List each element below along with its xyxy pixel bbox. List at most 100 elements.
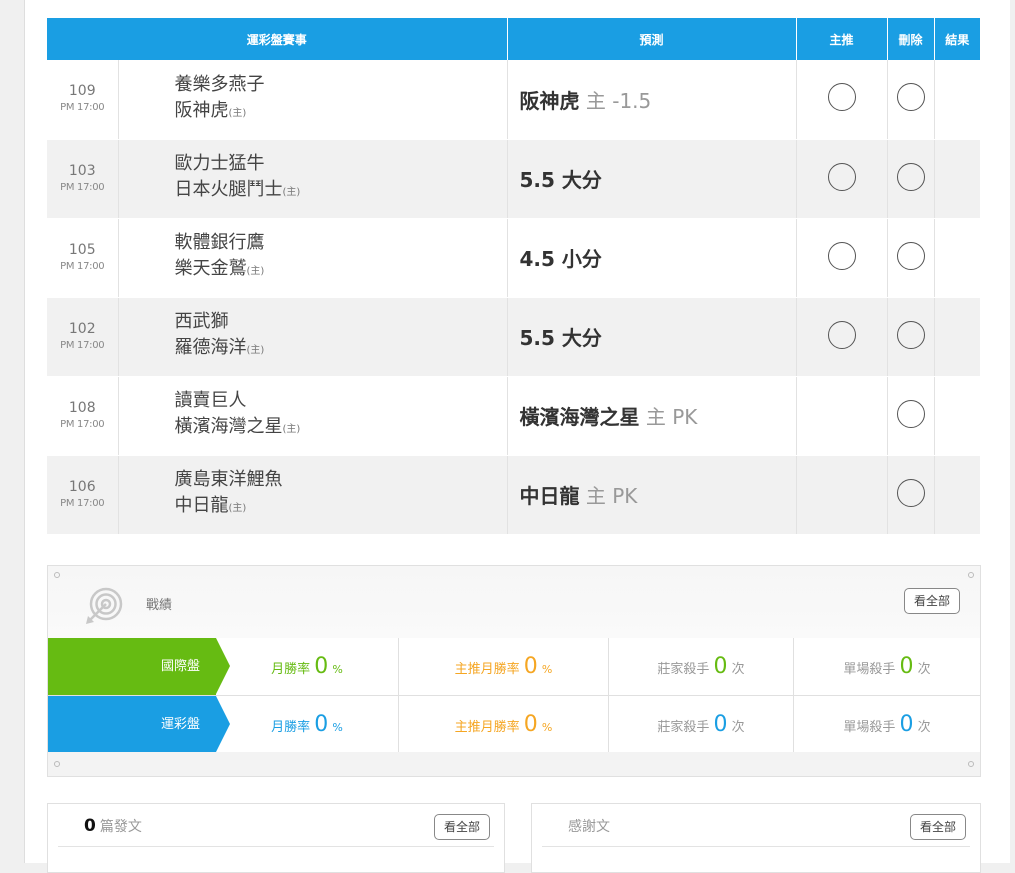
corner-dot [54,572,60,578]
month-rate: 月勝率 0 % [216,696,399,753]
main-panel: 運彩盤賽事 預測 主推 刪除 結果 109 PM 17:00 養樂多燕子阪神虎 (主… [24,0,1010,873]
divider [58,846,494,847]
host-mark: (主) [282,424,301,435]
games-table: 運彩盤賽事 預測 主推 刪除 結果 109 PM 17:00 養樂多燕子阪神虎 (主… [47,18,981,535]
posts-view-all-button[interactable]: 看全部 [433,814,490,840]
game-number: 105 [68,241,96,258]
month-rate: 月勝率 0 % [216,638,399,695]
header-main: 主推 [796,18,888,60]
away-team: 歐力士猛牛 [174,153,265,174]
delete-radio[interactable] [896,320,925,349]
game-number: 102 [68,320,96,337]
prediction-host: 主 [585,88,606,113]
game-number: 103 [68,162,96,179]
record-row-sports: 運彩盤 月勝率 0 % 主推月勝率 0 % 莊家殺手 0 次 單場殺手 0 次 [48,696,980,754]
away-team: 西武獅 [174,311,229,332]
delete-radio[interactable] [896,83,925,112]
prediction-line: PK [672,405,698,429]
main-pick-cell [796,455,888,535]
posts-count: 0 [84,816,96,836]
game-time: PM 17:00 [60,418,105,430]
main-pick-radio[interactable] [827,83,856,112]
prediction-pick: 4.5 小分 [519,247,602,271]
home-team: 日本火腿鬥士 [174,179,283,200]
target-icon [86,587,123,624]
main-pick-radio[interactable] [827,162,856,191]
delete-radio[interactable] [896,478,925,507]
host-mark: (主) [246,345,265,356]
away-team: 養樂多燕子 [174,73,265,95]
game-time: PM 17:00 [60,181,105,193]
prediction-line: PK [612,484,638,508]
result-cell [934,60,981,140]
host-mark: (主) [228,503,247,514]
banker-killer: 莊家殺手 0 次 [609,696,794,753]
game-number: 108 [68,399,96,416]
game-time: PM 17:00 [60,102,105,114]
tag-sports: 運彩盤 [48,696,230,753]
prediction-host: 主 [645,405,666,429]
home-team: 羅德海洋 [174,337,247,358]
prediction-line: -1.5 [612,88,652,113]
thanks-view-all-button[interactable]: 看全部 [909,814,966,840]
result-cell [934,297,981,377]
main-month-rate: 主推月勝率 0 % [399,638,609,695]
game-time: PM 17:00 [60,260,105,272]
away-team: 軟體銀行鷹 [174,232,265,253]
record-rows: 國際盤 月勝率 0 % 主推月勝率 0 % 莊家殺手 0 次 單場殺手 0 次 … [48,638,980,754]
game-number: 109 [68,83,96,100]
main-pick-radio[interactable] [827,320,856,349]
main-month-rate: 主推月勝率 0 % [399,696,609,753]
header-result: 結果 [934,18,981,60]
tag-intl: 國際盤 [48,638,230,695]
home-team: 橫濱海灣之星 [174,416,283,437]
corner-dot [968,761,974,767]
single-killer: 單場殺手 0 次 [843,712,931,737]
prediction-pick: 中日龍 [519,484,580,508]
home-team: 阪神虎 [174,99,229,121]
divider [542,846,970,847]
banker-killer: 莊家殺手 0 次 [609,638,794,695]
main-pick-radio[interactable] [827,241,856,270]
host-mark: (主) [282,187,301,198]
delete-radio[interactable] [896,241,925,270]
record-view-all-button[interactable]: 看全部 [903,588,960,614]
result-cell [934,376,981,456]
table-row: 106 PM 17:00 廣島東洋鯉魚 中日龍(主) 中日龍 主 PK [47,455,981,535]
header-delete: 刪除 [887,18,935,60]
corner-dot [54,761,60,767]
record-panel: 戰績 看全部 國際盤 月勝率 0 % 主推月勝率 0 % 莊家殺手 0 次 單場… [47,565,981,777]
delete-radio[interactable] [896,162,925,191]
game-time: PM 17:00 [60,497,105,509]
away-team: 讀賣巨人 [174,390,247,411]
away-team: 廣島東洋鯉魚 [174,469,283,490]
single-killer: 單場殺手 0 次 [843,654,931,679]
table-row: 105 PM 17:00 軟體銀行鷹樂天金鷲(主) 4.5 小分 [47,218,981,298]
record-title: 戰績 [146,598,173,613]
prediction-pick: 5.5 大分 [519,168,602,192]
prediction-pick: 5.5 大分 [519,326,602,350]
posts-label: 篇發文 [99,819,142,835]
game-time: PM 17:00 [60,339,105,351]
table-row: 102 PM 17:00 西武獅羅德海洋(主) 5.5 大分 [47,297,981,377]
header-prediction: 預測 [507,18,797,60]
main-pick-cell [796,376,888,456]
table-row: 109 PM 17:00 養樂多燕子 阪神虎(主) 阪神虎 主 -1.5 [47,60,981,140]
posts-header: 0 篇發文 [84,816,142,836]
record-footer [48,752,980,776]
delete-radio[interactable] [896,399,925,428]
home-team: 樂天金鷲 [174,258,247,279]
home-team: 中日龍 [174,495,229,516]
table-row: 103 PM 17:00 歐力士猛牛日本火腿鬥士(主) 5.5 大分 [47,139,981,219]
prediction-pick: 橫濱海灣之星 [519,405,640,429]
game-number: 106 [68,478,96,495]
prediction-host: 主 [585,484,606,508]
host-mark: (主) [246,266,265,277]
result-cell [934,218,981,298]
prediction-pick: 阪神虎 [519,88,580,113]
thanks-label: 感謝文 [568,819,610,835]
table-row: 108 PM 17:00 讀賣巨人 橫濱海灣之星(主) 橫濱海灣之星 主 PK [47,376,981,456]
record-row-intl: 國際盤 月勝率 0 % 主推月勝率 0 % 莊家殺手 0 次 單場殺手 0 次 [48,638,980,696]
result-cell [934,455,981,535]
header-event: 運彩盤賽事 [47,18,508,60]
